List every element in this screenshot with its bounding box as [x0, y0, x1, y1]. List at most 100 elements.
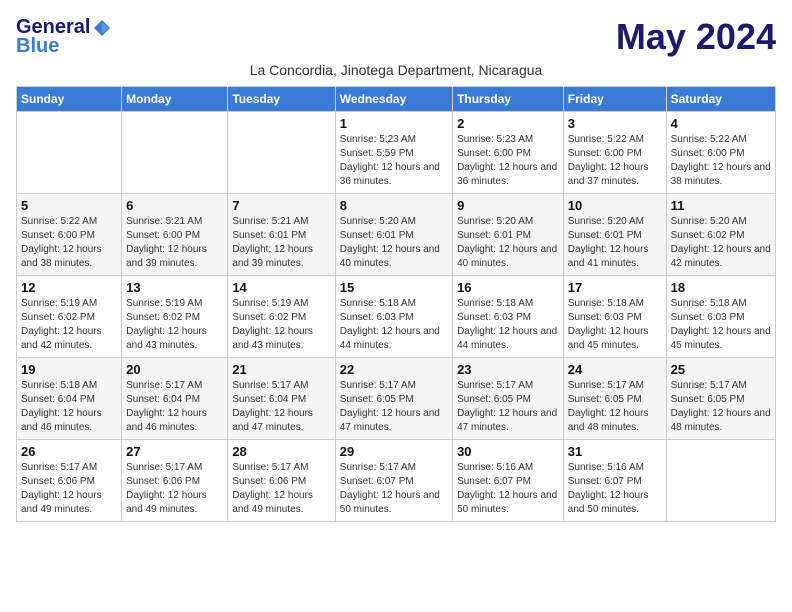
- day-number: 2: [457, 116, 559, 131]
- day-info: Sunrise: 5:19 AMSunset: 6:02 PMDaylight:…: [232, 297, 330, 353]
- month-title: May 2024: [616, 16, 776, 58]
- day-info: Sunrise: 5:17 AMSunset: 6:06 PMDaylight:…: [21, 461, 117, 517]
- calendar-cell: 30 Sunrise: 5:16 AMSunset: 6:07 PMDayligh…: [453, 440, 564, 522]
- weekday-header-monday: Monday: [122, 87, 228, 112]
- day-info: Sunrise: 5:19 AMSunset: 6:02 PMDaylight:…: [21, 297, 117, 353]
- calendar-cell: 18 Sunrise: 5:18 AMSunset: 6:03 PMDayligh…: [666, 276, 775, 358]
- weekday-header-saturday: Saturday: [666, 87, 775, 112]
- page-header: General Blue May 2024: [16, 16, 776, 58]
- day-info: Sunrise: 5:23 AMSunset: 5:59 PMDaylight:…: [340, 133, 448, 189]
- day-info: Sunrise: 5:17 AMSunset: 6:05 PMDaylight:…: [568, 379, 662, 435]
- day-number: 26: [21, 444, 117, 459]
- calendar-week-row: 5Sunrise: 5:22 AMSunset: 6:00 PMDaylight…: [17, 194, 776, 276]
- day-number: 27: [126, 444, 223, 459]
- day-info: Sunrise: 5:18 AMSunset: 6:03 PMDaylight:…: [671, 297, 771, 353]
- calendar-cell: [666, 440, 775, 522]
- day-number: 20: [126, 362, 223, 377]
- calendar-cell: 10 Sunrise: 5:20 AMSunset: 6:01 PMDayligh…: [563, 194, 666, 276]
- day-info: Sunrise: 5:17 AMSunset: 6:07 PMDaylight:…: [340, 461, 448, 517]
- day-number: 23: [457, 362, 559, 377]
- day-number: 8: [340, 198, 448, 213]
- weekday-header-thursday: Thursday: [453, 87, 564, 112]
- day-info: Sunrise: 5:22 AMSunset: 6:00 PMDaylight:…: [568, 133, 662, 189]
- day-number: 13: [126, 280, 223, 295]
- day-number: 24: [568, 362, 662, 377]
- day-number: 7: [232, 198, 330, 213]
- calendar-cell: 8 Sunrise: 5:20 AMSunset: 6:01 PMDaylight…: [335, 194, 452, 276]
- calendar-cell: 27 Sunrise: 5:17 AMSunset: 6:06 PMDayligh…: [122, 440, 228, 522]
- day-info: Sunrise: 5:17 AMSunset: 6:04 PMDaylight:…: [232, 379, 330, 435]
- day-number: 29: [340, 444, 448, 459]
- day-info: Sunrise: 5:20 AMSunset: 6:01 PMDaylight:…: [457, 215, 559, 271]
- calendar-cell: 1Sunrise: 5:23 AMSunset: 5:59 PMDaylight…: [335, 112, 452, 194]
- calendar-week-row: 12 Sunrise: 5:19 AMSunset: 6:02 PMDayligh…: [17, 276, 776, 358]
- calendar-cell: 4 Sunrise: 5:22 AMSunset: 6:00 PMDaylight…: [666, 112, 775, 194]
- day-info: Sunrise: 5:17 AMSunset: 6:05 PMDaylight:…: [671, 379, 771, 435]
- day-number: 30: [457, 444, 559, 459]
- day-number: 15: [340, 280, 448, 295]
- calendar-cell: 3 Sunrise: 5:22 AMSunset: 6:00 PMDaylight…: [563, 112, 666, 194]
- day-info: Sunrise: 5:18 AMSunset: 6:03 PMDaylight:…: [457, 297, 559, 353]
- calendar-cell: 29 Sunrise: 5:17 AMSunset: 6:07 PMDayligh…: [335, 440, 452, 522]
- day-info: Sunrise: 5:18 AMSunset: 6:04 PMDaylight:…: [21, 379, 117, 435]
- day-info: Sunrise: 5:21 AMSunset: 6:00 PMDaylight:…: [126, 215, 223, 271]
- day-info: Sunrise: 5:22 AMSunset: 6:00 PMDaylight:…: [671, 133, 771, 189]
- title-area: May 2024: [616, 16, 776, 58]
- day-info: Sunrise: 5:16 AMSunset: 6:07 PMDaylight:…: [568, 461, 662, 517]
- logo: General Blue: [16, 16, 112, 58]
- day-number: 6: [126, 198, 223, 213]
- day-info: Sunrise: 5:20 AMSunset: 6:01 PMDaylight:…: [568, 215, 662, 271]
- day-info: Sunrise: 5:19 AMSunset: 6:02 PMDaylight:…: [126, 297, 223, 353]
- calendar-cell: [17, 112, 122, 194]
- calendar-cell: 11 Sunrise: 5:20 AMSunset: 6:02 PMDayligh…: [666, 194, 775, 276]
- day-info: Sunrise: 5:17 AMSunset: 6:05 PMDaylight:…: [340, 379, 448, 435]
- day-number: 28: [232, 444, 330, 459]
- calendar-week-row: 1Sunrise: 5:23 AMSunset: 5:59 PMDaylight…: [17, 112, 776, 194]
- calendar-cell: [228, 112, 335, 194]
- day-number: 25: [671, 362, 771, 377]
- day-info: Sunrise: 5:18 AMSunset: 6:03 PMDaylight:…: [568, 297, 662, 353]
- day-info: Sunrise: 5:16 AMSunset: 6:07 PMDaylight:…: [457, 461, 559, 517]
- day-info: Sunrise: 5:17 AMSunset: 6:04 PMDaylight:…: [126, 379, 223, 435]
- calendar-cell: 22Sunrise: 5:17 AMSunset: 6:05 PMDayligh…: [335, 358, 452, 440]
- calendar-cell: 24 Sunrise: 5:17 AMSunset: 6:05 PMDayligh…: [563, 358, 666, 440]
- day-number: 31: [568, 444, 662, 459]
- calendar-cell: 13 Sunrise: 5:19 AMSunset: 6:02 PMDayligh…: [122, 276, 228, 358]
- calendar-cell: 12 Sunrise: 5:19 AMSunset: 6:02 PMDayligh…: [17, 276, 122, 358]
- calendar-table: SundayMondayTuesdayWednesdayThursdayFrid…: [16, 86, 776, 522]
- day-info: Sunrise: 5:20 AMSunset: 6:02 PMDaylight:…: [671, 215, 771, 271]
- calendar-header-row: SundayMondayTuesdayWednesdayThursdayFrid…: [17, 87, 776, 112]
- calendar-cell: 23 Sunrise: 5:17 AMSunset: 6:05 PMDayligh…: [453, 358, 564, 440]
- day-number: 5: [21, 198, 117, 213]
- calendar-cell: 2 Sunrise: 5:23 AMSunset: 6:00 PMDaylight…: [453, 112, 564, 194]
- logo-icon: [92, 18, 112, 38]
- weekday-header-sunday: Sunday: [17, 87, 122, 112]
- calendar-cell: 7Sunrise: 5:21 AMSunset: 6:01 PMDaylight…: [228, 194, 335, 276]
- day-info: Sunrise: 5:17 AMSunset: 6:06 PMDaylight:…: [126, 461, 223, 517]
- day-number: 18: [671, 280, 771, 295]
- calendar-cell: 16Sunrise: 5:18 AMSunset: 6:03 PMDayligh…: [453, 276, 564, 358]
- day-number: 9: [457, 198, 559, 213]
- calendar-cell: 31 Sunrise: 5:16 AMSunset: 6:07 PMDayligh…: [563, 440, 666, 522]
- day-number: 21: [232, 362, 330, 377]
- day-info: Sunrise: 5:18 AMSunset: 6:03 PMDaylight:…: [340, 297, 448, 353]
- day-info: Sunrise: 5:17 AMSunset: 6:05 PMDaylight:…: [457, 379, 559, 435]
- day-info: Sunrise: 5:20 AMSunset: 6:01 PMDaylight:…: [340, 215, 448, 271]
- logo-blue-text: Blue: [16, 35, 59, 58]
- calendar-cell: 15 Sunrise: 5:18 AMSunset: 6:03 PMDayligh…: [335, 276, 452, 358]
- day-info: Sunrise: 5:23 AMSunset: 6:00 PMDaylight:…: [457, 133, 559, 189]
- weekday-header-friday: Friday: [563, 87, 666, 112]
- day-number: 3: [568, 116, 662, 131]
- weekday-header-tuesday: Tuesday: [228, 87, 335, 112]
- calendar-cell: 14 Sunrise: 5:19 AMSunset: 6:02 PMDayligh…: [228, 276, 335, 358]
- day-number: 10: [568, 198, 662, 213]
- day-number: 12: [21, 280, 117, 295]
- calendar-cell: 26 Sunrise: 5:17 AMSunset: 6:06 PMDayligh…: [17, 440, 122, 522]
- calendar-cell: 21 Sunrise: 5:17 AMSunset: 6:04 PMDayligh…: [228, 358, 335, 440]
- day-number: 19: [21, 362, 117, 377]
- day-number: 4: [671, 116, 771, 131]
- calendar-cell: 28Sunrise: 5:17 AMSunset: 6:06 PMDayligh…: [228, 440, 335, 522]
- day-number: 14: [232, 280, 330, 295]
- calendar-cell: 17Sunrise: 5:18 AMSunset: 6:03 PMDayligh…: [563, 276, 666, 358]
- day-number: 11: [671, 198, 771, 213]
